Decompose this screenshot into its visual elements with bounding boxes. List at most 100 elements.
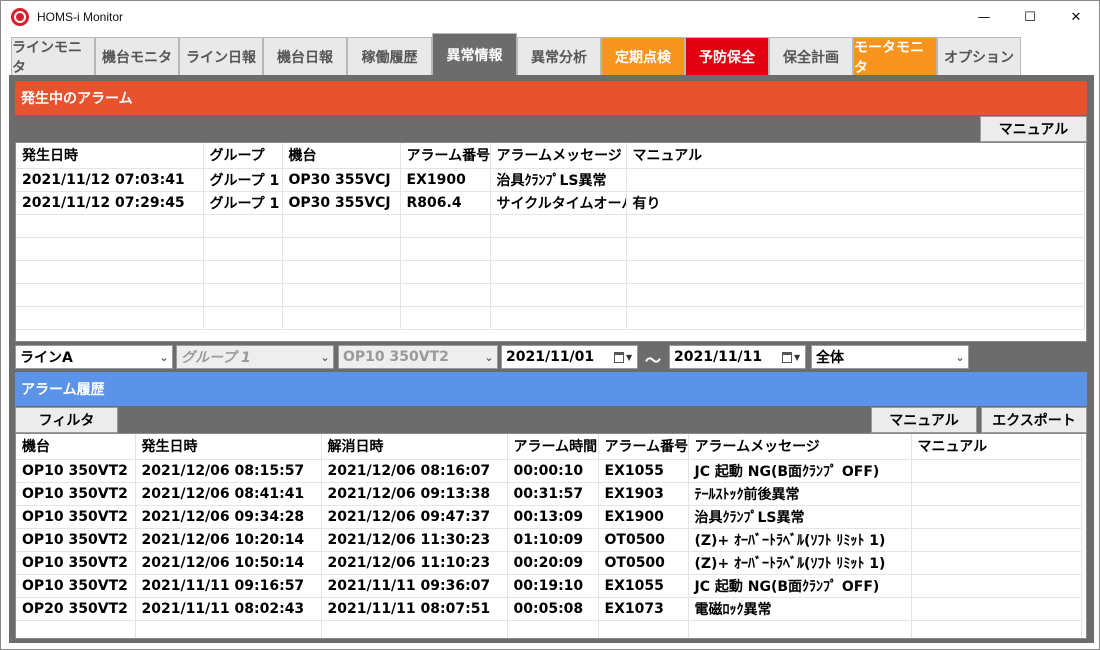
date-from-picker[interactable]: 2021/11/01 ▼ bbox=[501, 345, 638, 369]
tab-8[interactable]: 定期点検 bbox=[601, 37, 685, 75]
table-cell bbox=[911, 528, 1082, 552]
table-cell bbox=[688, 620, 912, 638]
tab-2[interactable]: 機台モニタ bbox=[95, 37, 179, 75]
column-header[interactable]: アラームメッセージ bbox=[688, 434, 912, 460]
tab-4[interactable]: 機台日報 bbox=[263, 37, 347, 75]
close-button[interactable]: ✕ bbox=[1053, 1, 1099, 33]
active-alarms-table[interactable]: 発生日時 グループ 機台 アラーム番号 アラームメッセージ マニュアル 2021/11/12… bbox=[15, 142, 1087, 342]
line-select[interactable]: ラインA ⌄ bbox=[15, 345, 173, 369]
alarm-history-manual-button[interactable]: マニュアル bbox=[871, 407, 977, 433]
table-cell bbox=[203, 214, 283, 238]
table-cell bbox=[400, 283, 491, 307]
table-cell bbox=[16, 283, 204, 307]
tab-9[interactable]: 予防保全 bbox=[685, 37, 769, 75]
table-cell: 2021/12/06 09:34:28 bbox=[135, 505, 322, 529]
machine-select-value: OP10 350VT2 bbox=[343, 349, 449, 365]
date-to-picker[interactable]: 2021/11/11 ▼ bbox=[669, 345, 806, 369]
export-button[interactable]: エクスポート bbox=[981, 407, 1087, 433]
date-range-separator: ～ bbox=[645, 351, 662, 370]
minimize-button[interactable]: — bbox=[961, 1, 1007, 33]
table-row[interactable]: OP10 350VT2 2021/12/06 09:34:28 2021/12/06… bbox=[16, 505, 1082, 529]
column-header[interactable]: アラーム時間 bbox=[507, 434, 599, 460]
alarm-history-table[interactable]: 機台 発生日時 解消日時 アラーム時間 アラーム番号 アラームメッセージ マニュアル OP10… bbox=[15, 433, 1087, 639]
table-cell: 治具ｸﾗﾝﾌﾟLS異常 bbox=[688, 505, 912, 529]
table-cell bbox=[490, 283, 627, 307]
column-header[interactable]: 発生日時 bbox=[135, 434, 322, 460]
table-cell bbox=[490, 306, 627, 330]
table-cell: OP10 350VT2 bbox=[16, 505, 136, 529]
table-row[interactable]: 2021/11/12 07:29:45 グループ 1 OP30 355VCJ R806… bbox=[16, 191, 1085, 215]
table-row[interactable] bbox=[16, 214, 1085, 238]
table-cell bbox=[626, 237, 1085, 261]
table-cell bbox=[282, 260, 401, 284]
tab-10[interactable]: 保全計画 bbox=[769, 37, 853, 75]
table-row[interactable] bbox=[16, 237, 1085, 261]
table-row[interactable]: 2021/11/12 07:03:41 グループ 1 OP30 355VCJ EX19… bbox=[16, 168, 1085, 192]
table-cell: EX1900 bbox=[598, 505, 689, 529]
active-alarms-title: 発生中のアラーム bbox=[15, 81, 1087, 115]
table-cell bbox=[911, 597, 1082, 621]
table-cell bbox=[911, 574, 1082, 598]
table-cell: 電磁ﾛｯｸ異常 bbox=[688, 597, 912, 621]
table-row[interactable] bbox=[16, 306, 1085, 330]
column-header[interactable]: 発生日時 bbox=[16, 143, 204, 169]
column-header[interactable]: 機台 bbox=[282, 143, 401, 169]
client-area: ラインモニタ 機台モニタ ライン日報 機台日報 稼働履歴 異常情報 異常分析 定期点検 予防保全… bbox=[9, 33, 1094, 643]
table-header-row: 発生日時 グループ 機台 アラーム番号 アラームメッセージ マニュアル bbox=[16, 143, 1085, 169]
calendar-icon[interactable]: ▼ bbox=[782, 350, 802, 364]
table-cell bbox=[400, 214, 491, 238]
tab-3[interactable]: ライン日報 bbox=[179, 37, 263, 75]
table-row[interactable]: OP10 350VT2 2021/11/11 09:16:57 2021/11/11… bbox=[16, 574, 1082, 598]
column-header[interactable]: アラームメッセージ bbox=[490, 143, 627, 169]
table-cell bbox=[16, 620, 136, 638]
table-row[interactable]: OP10 350VT2 2021/12/06 08:41:41 2021/12/06… bbox=[16, 482, 1082, 506]
tab-1[interactable]: ラインモニタ bbox=[11, 37, 95, 76]
table-cell bbox=[203, 306, 283, 330]
tab-12[interactable]: オプション bbox=[937, 37, 1021, 75]
table-cell bbox=[282, 306, 401, 330]
column-header[interactable]: 機台 bbox=[16, 434, 136, 460]
table-cell: 00:13:09 bbox=[507, 505, 599, 529]
maximize-button[interactable]: ☐ bbox=[1007, 1, 1053, 33]
active-alarms-manual-button[interactable]: マニュアル bbox=[980, 116, 1087, 142]
column-header[interactable]: マニュアル bbox=[626, 143, 1085, 169]
table-cell: 2021/11/12 07:29:45 bbox=[16, 191, 204, 215]
tab-11[interactable]: モータモニタ bbox=[853, 37, 937, 76]
column-header[interactable]: 解消日時 bbox=[321, 434, 508, 460]
table-row[interactable]: OP10 350VT2 2021/12/06 08:15:57 2021/12/06… bbox=[16, 459, 1082, 483]
table-cell bbox=[400, 260, 491, 284]
table-cell bbox=[490, 237, 627, 261]
table-cell: 2021/12/06 11:10:23 bbox=[321, 551, 508, 575]
table-cell: JC 起動 NG(B面ｸﾗﾝﾌﾟ OFF) bbox=[688, 574, 912, 598]
table-row[interactable] bbox=[16, 283, 1085, 307]
table-row[interactable] bbox=[16, 260, 1085, 284]
column-header[interactable]: アラーム番号 bbox=[598, 434, 689, 460]
tab-6[interactable]: 異常情報 bbox=[432, 33, 517, 75]
calendar-icon[interactable]: ▼ bbox=[614, 350, 634, 364]
table-cell: OP10 350VT2 bbox=[16, 551, 136, 575]
table-row[interactable]: OP10 350VT2 2021/12/06 10:50:14 2021/12/06… bbox=[16, 551, 1082, 575]
table-cell: R806.4 bbox=[400, 191, 491, 215]
table-cell: 2021/12/06 08:15:57 bbox=[135, 459, 322, 483]
table-cell bbox=[598, 620, 689, 638]
table-row[interactable]: OP10 350VT2 2021/12/06 10:20:14 2021/12/06… bbox=[16, 528, 1082, 552]
table-cell bbox=[203, 283, 283, 307]
scope-select[interactable]: 全体 ⌄ bbox=[811, 345, 969, 369]
group-select[interactable]: グループ 1 ⌄ bbox=[176, 345, 334, 369]
tab-5[interactable]: 稼働履歴 bbox=[347, 37, 432, 75]
tab-7[interactable]: 異常分析 bbox=[517, 37, 601, 75]
table-cell: OP10 350VT2 bbox=[16, 459, 136, 483]
table-row[interactable] bbox=[16, 620, 1082, 638]
column-header[interactable]: マニュアル bbox=[911, 434, 1082, 460]
app-window: HOMS-i Monitor — ☐ ✕ ラインモニタ 機台モニタ ライン日報 機台日… bbox=[0, 0, 1100, 650]
filter-button[interactable]: フィルタ bbox=[15, 407, 118, 433]
column-header[interactable]: グループ bbox=[203, 143, 283, 169]
table-cell: EX1903 bbox=[598, 482, 689, 506]
table-row[interactable]: OP20 350VT2 2021/11/11 08:02:43 2021/11/11… bbox=[16, 597, 1082, 621]
machine-select[interactable]: OP10 350VT2 ⌄ bbox=[338, 345, 498, 369]
table-cell: EX1073 bbox=[598, 597, 689, 621]
table-cell: ﾃｰﾙｽﾄｯｸ前後異常 bbox=[688, 482, 912, 506]
column-header[interactable]: アラーム番号 bbox=[400, 143, 491, 169]
table-cell bbox=[135, 620, 322, 638]
table-cell bbox=[490, 260, 627, 284]
